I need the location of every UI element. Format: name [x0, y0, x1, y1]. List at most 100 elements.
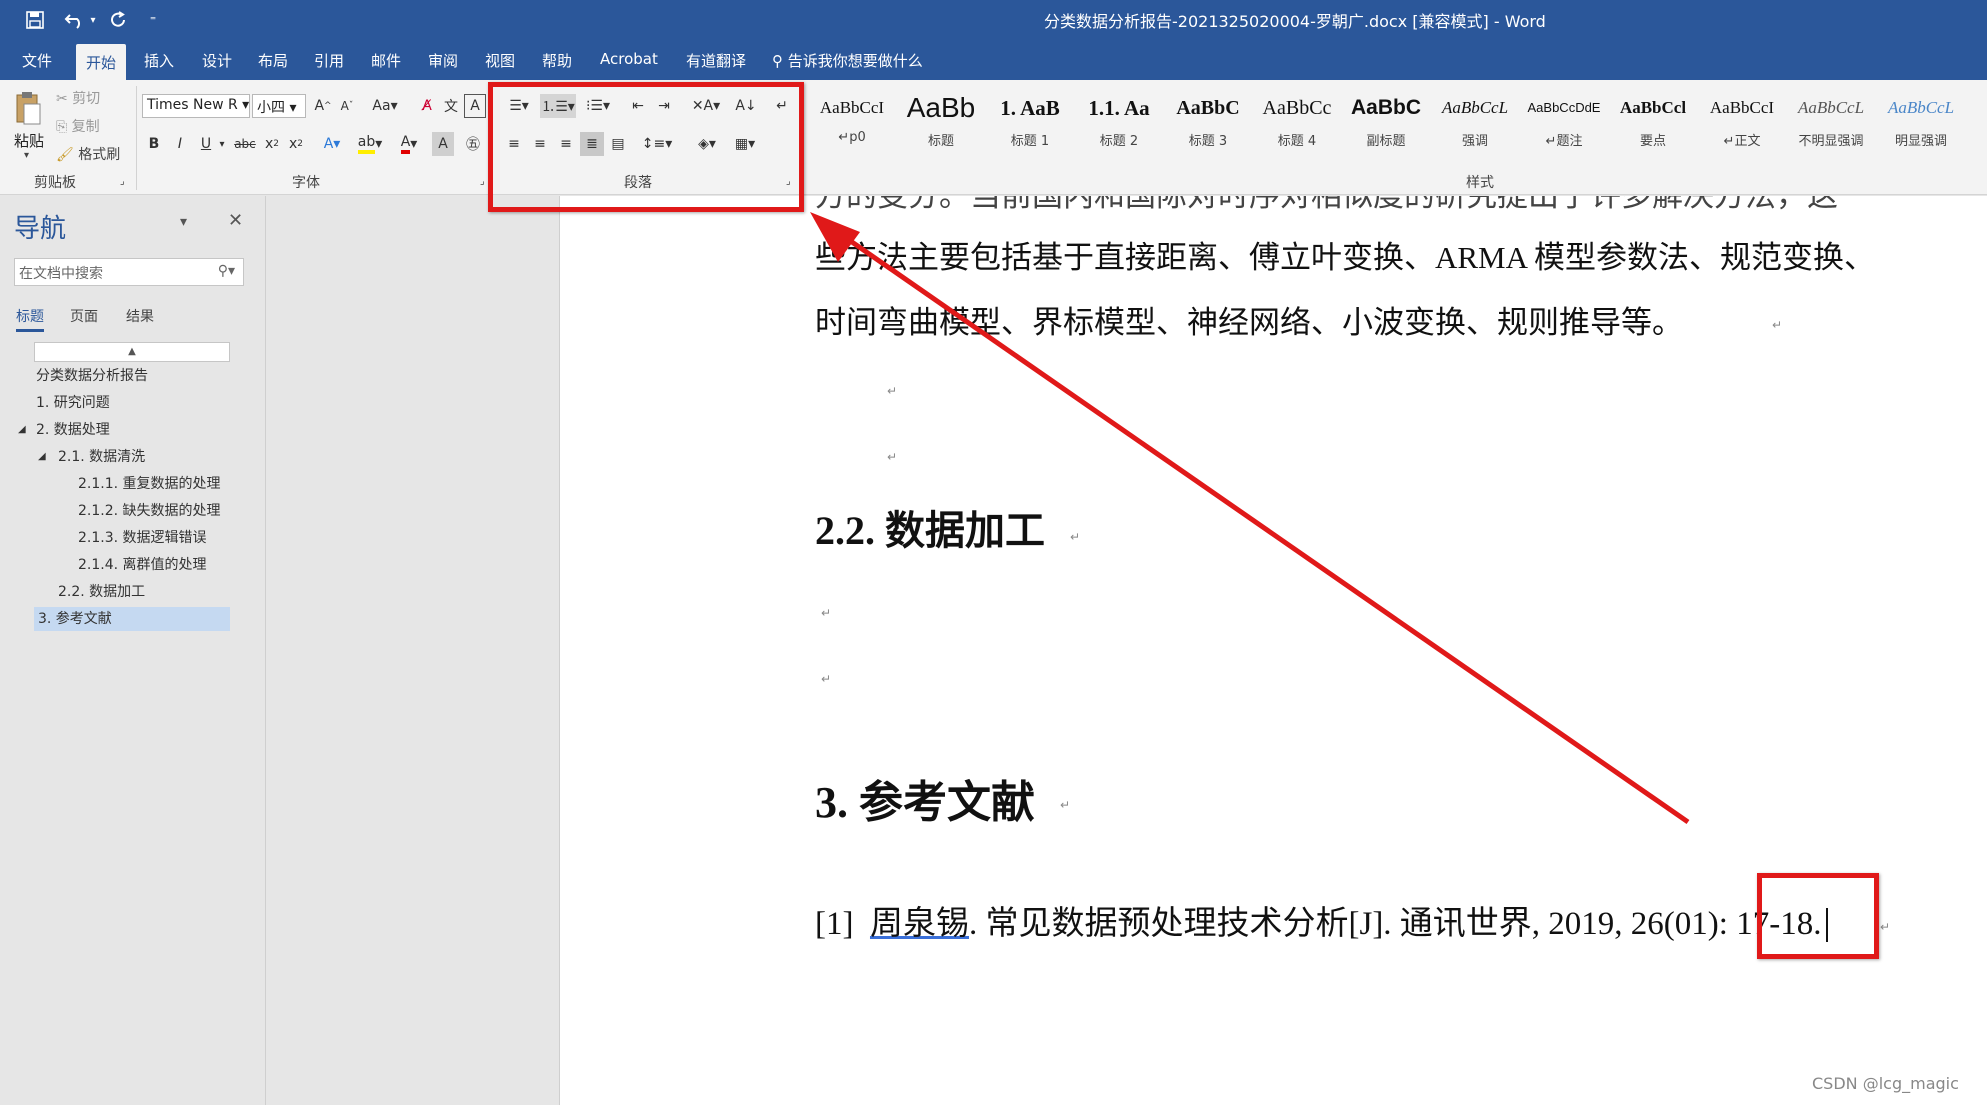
navigation-title: 导航 — [14, 214, 67, 244]
clipboard-launcher-icon[interactable]: ⌟ — [120, 176, 125, 187]
search-icon[interactable]: ⚲▾ — [218, 263, 235, 279]
character-border-icon[interactable]: A — [464, 94, 486, 118]
nav-heading-item[interactable]: 2.1.1. 重复数据的处理 — [78, 472, 221, 496]
paste-button[interactable]: 粘贴 — [14, 130, 44, 151]
nav-heading-item[interactable]: 2.1.2. 缺失数据的处理 — [78, 499, 221, 523]
collapse-all-button[interactable]: ▲ — [34, 342, 230, 362]
style-name: ↵题注 — [1545, 134, 1583, 149]
nav-heading-item[interactable]: 2.2. 数据加工 — [58, 580, 145, 604]
nav-heading-item[interactable]: 2.1. 数据清洗 — [58, 445, 145, 469]
style-heading-3[interactable]: AaBbC 标题 3 — [1164, 90, 1252, 160]
close-icon[interactable]: ✕ — [228, 210, 243, 231]
nav-heading-item[interactable]: 1. 研究问题 — [36, 391, 110, 415]
grow-font-icon[interactable]: A ^ — [312, 94, 334, 118]
underline-dropdown-icon[interactable]: ▾ — [216, 132, 228, 156]
subscript-icon[interactable]: x2 — [262, 132, 282, 156]
style-sample: AaBbC — [1350, 96, 1421, 119]
heading-2-2: 2.2. 数据加工 — [815, 508, 1045, 553]
paste-icon[interactable] — [12, 86, 44, 130]
bold-icon[interactable]: B — [144, 132, 164, 156]
style-name: 标题 2 — [1099, 134, 1139, 149]
underline-icon[interactable]: U — [196, 132, 216, 156]
strikethrough-icon[interactable]: abc — [232, 132, 258, 156]
tab-design[interactable]: 设计 — [202, 50, 232, 71]
nav-heading-item[interactable]: 2.1.3. 数据逻辑错误 — [78, 526, 207, 550]
style-heading-2[interactable]: 1.1. Aa 标题 2 — [1075, 90, 1163, 160]
nav-heading-item[interactable]: 2. 数据处理 — [36, 418, 110, 442]
customize-quick-access-icon[interactable]: ⁼ — [138, 6, 168, 34]
watermark-text: CSDN @lcg_magic — [1812, 1074, 1959, 1093]
reference-author-link[interactable]: 周泉锡 — [870, 906, 969, 942]
document-page[interactable]: 方的变分。当前国内和国际对时序对相似度的研究提出了许多解决方法，这 些方法主要包… — [559, 196, 1987, 1105]
tab-insert[interactable]: 插入 — [144, 50, 174, 71]
format-painter-label: 格式刷 — [78, 147, 121, 163]
pane-options-icon[interactable]: ▾ — [180, 214, 187, 230]
scissors-icon: ✂ — [56, 91, 68, 107]
nav-tab-results[interactable]: 结果 — [126, 306, 154, 326]
style-heading-4[interactable]: AaBbCc 标题 4 — [1253, 90, 1341, 160]
paste-dropdown-icon[interactable]: ▾ — [24, 150, 29, 161]
tab-acrobat[interactable]: Acrobat — [600, 50, 658, 68]
style-name: 标题 — [927, 134, 954, 149]
tell-me-box[interactable]: ⚲ 告诉我你想要做什么 — [772, 50, 923, 71]
style-intense-emphasis[interactable]: AaBbCcL 明显强调 — [1876, 90, 1966, 160]
cut-label: 剪切 — [72, 91, 101, 107]
superscript-icon[interactable]: x2 — [286, 132, 306, 156]
style-subtle-emphasis[interactable]: AaBbCcL 不明显强调 — [1787, 90, 1875, 160]
tab-youdao-translate[interactable]: 有道翻译 — [686, 50, 746, 71]
collapse-toggle-icon[interactable]: ◢ — [18, 418, 26, 442]
paragraph-mark: ↵ — [1070, 530, 1081, 544]
cut-button[interactable]: ✂ 剪切 — [56, 88, 100, 108]
tab-file[interactable]: 文件 — [22, 50, 52, 71]
style-sample: 1.1. Aa — [1088, 96, 1150, 120]
collapse-toggle-icon[interactable]: ◢ — [38, 445, 46, 469]
highlight-color-icon[interactable]: ab ▾ — [354, 132, 386, 156]
page-range-highlight-box — [1757, 873, 1879, 959]
nav-heading-item[interactable]: 2.1.4. 离群值的处理 — [78, 553, 207, 577]
tab-home[interactable]: 开始 — [76, 44, 127, 80]
style-p0[interactable]: AaBbCcI ↵p0 — [808, 90, 896, 160]
style-normal[interactable]: AaBbCcI ↵正文 — [1698, 90, 1786, 160]
tab-review[interactable]: 审阅 — [428, 50, 458, 71]
nav-heading-item-selected[interactable]: 3. 参考文献 — [34, 607, 230, 631]
style-heading-1[interactable]: 1. AaB 标题 1 — [986, 90, 1074, 160]
undo-dropdown-icon[interactable]: ▾ — [86, 6, 100, 34]
italic-icon[interactable]: I — [170, 132, 190, 156]
tab-layout[interactable]: 布局 — [258, 50, 288, 71]
style-key-point[interactable]: AaBbCcl 要点 — [1609, 90, 1697, 160]
format-painter-button[interactable]: 🖌 格式刷 — [56, 144, 120, 164]
redo-icon[interactable] — [104, 6, 134, 34]
font-group-label: 字体 — [292, 175, 320, 191]
style-sample: AaBb — [906, 92, 976, 123]
style-title[interactable]: AaBb 标题 — [897, 90, 985, 160]
enclose-characters-icon[interactable]: ㊄ — [462, 132, 484, 156]
style-subtitle[interactable]: AaBbC 副标题 — [1342, 90, 1430, 160]
shrink-font-icon[interactable]: Aˇ — [336, 94, 358, 118]
text-effects-icon[interactable]: A▾ — [318, 132, 346, 156]
phonetic-guide-icon[interactable]: 文 — [440, 94, 462, 118]
clear-formatting-icon[interactable]: A̸ — [416, 94, 438, 118]
font-name-box[interactable]: Times New R ▾ — [142, 94, 250, 118]
style-emphasis[interactable]: AaBbCcL 强调 — [1431, 90, 1519, 160]
tab-view[interactable]: 视图 — [485, 50, 515, 71]
copy-icon: ⎘ — [56, 119, 68, 135]
change-case-button[interactable]: Aa ▾ — [366, 94, 404, 118]
style-name: ↵正文 — [1723, 134, 1761, 149]
navigation-pane: 导航 ▾ ✕ 在文档中搜索 ⚲▾ 标题 页面 结果 ▲ 分类数据分析报告 1. … — [0, 196, 266, 1105]
document-search-input[interactable]: 在文档中搜索 ⚲▾ — [14, 258, 244, 286]
tab-references[interactable]: 引用 — [314, 50, 344, 71]
nav-tab-pages[interactable]: 页面 — [70, 306, 98, 326]
font-launcher-icon[interactable]: ⌟ — [480, 176, 485, 187]
character-shading-icon[interactable]: A — [432, 132, 454, 156]
nav-heading-item[interactable]: 分类数据分析报告 — [36, 364, 148, 388]
font-size-value: 小四 — [257, 100, 285, 116]
font-color-icon[interactable]: A ▾ — [394, 132, 424, 156]
body-text-line: 时间弯曲模型、界标模型、神经网络、小波变换、规则推导等。 — [815, 305, 1683, 340]
copy-button[interactable]: ⎘ 复制 — [56, 116, 100, 136]
font-size-box[interactable]: 小四 ▾ — [252, 94, 306, 118]
tab-help[interactable]: 帮助 — [542, 50, 572, 71]
tab-mailings[interactable]: 邮件 — [371, 50, 401, 71]
style-caption[interactable]: AaBbCcDdE ↵题注 — [1520, 90, 1608, 160]
nav-tab-headings[interactable]: 标题 — [16, 306, 44, 332]
save-icon[interactable] — [20, 6, 50, 34]
